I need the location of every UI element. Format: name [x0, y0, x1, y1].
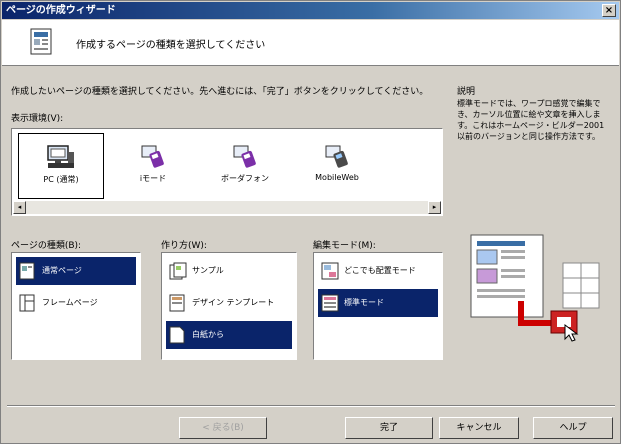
edit-mode-label: 編集モード(M):: [313, 241, 376, 251]
list-item-sample[interactable]: サンプル: [166, 257, 292, 285]
frame-page-icon: [19, 294, 35, 312]
list-item-label: 通常ページ: [42, 266, 82, 275]
close-button[interactable]: ×: [602, 4, 616, 17]
list-item-standard-mode[interactable]: 標準モード: [318, 289, 438, 317]
list-item-label: フレームページ: [42, 298, 98, 307]
list-item-label: 標準モード: [344, 298, 384, 307]
back-button[interactable]: < 戻る(B): [179, 417, 267, 439]
blank-page-icon: [169, 326, 185, 344]
help-button[interactable]: ヘルプ: [533, 417, 613, 439]
template-icon: [169, 294, 185, 312]
env-item-label: ボーダフォン: [221, 174, 269, 183]
method-list[interactable]: サンプル デザイン テンプレート 白紙から: [161, 252, 297, 360]
wizard-window: ページの作成ウィザード × 作成するページの種類を選択してください 作成したいペ…: [0, 0, 621, 444]
list-item-design-template[interactable]: デザイン テンプレート: [166, 289, 292, 317]
environment-list[interactable]: PC (通常) iモード ボーダフォン MobileWeb ◂ ▸: [11, 128, 443, 216]
list-item-normal-page[interactable]: 通常ページ: [16, 257, 136, 285]
wizard-header: 作成するページの種類を選択してください: [2, 20, 619, 66]
env-item-imode[interactable]: iモード: [110, 133, 196, 199]
method-label: 作り方(W):: [161, 241, 207, 251]
standard-mode-icon: [321, 294, 339, 312]
page-wizard-icon: [30, 28, 52, 55]
scroll-left-button[interactable]: ◂: [13, 201, 26, 214]
env-item-pc[interactable]: PC (通常): [18, 133, 104, 199]
page-icon: [19, 262, 35, 280]
footer-divider: [7, 405, 615, 407]
free-layout-icon: [321, 262, 339, 280]
list-item-blank[interactable]: 白紙から: [166, 321, 292, 349]
description-body: 標準モードでは、ワープロ感覚で編集でき、カーソル位置に絵や文章を挿入します。これ…: [457, 99, 605, 141]
env-item-vodafone[interactable]: ボーダフォン: [202, 133, 288, 199]
window-title: ページの作成ウィザード: [6, 5, 116, 16]
preview-illustration: [470, 234, 600, 342]
page-type-list[interactable]: 通常ページ フレームページ: [11, 252, 141, 360]
page-type-label: ページの種類(B):: [11, 241, 82, 251]
pc-icon: [47, 145, 74, 168]
cancel-button[interactable]: キャンセル: [439, 417, 519, 439]
env-item-label: iモード: [139, 174, 167, 183]
list-item-frame-page[interactable]: フレームページ: [16, 289, 136, 317]
list-item-label: どこでも配置モード: [344, 266, 416, 275]
vodafone-phone-icon: [233, 145, 256, 168]
mobileweb-phone-icon: [325, 145, 348, 168]
imode-phone-icon: [141, 145, 164, 168]
scroll-right-button[interactable]: ▸: [428, 201, 441, 214]
env-item-mobileweb[interactable]: MobileWeb: [294, 133, 380, 199]
env-item-label: PC (通常): [43, 175, 79, 184]
horizontal-scrollbar[interactable]: ◂ ▸: [13, 201, 441, 214]
env-item-label: MobileWeb: [315, 173, 359, 182]
title-bar: ページの作成ウィザード ×: [2, 2, 619, 19]
edit-mode-list[interactable]: どこでも配置モード 標準モード: [313, 252, 443, 360]
list-item-label: サンプル: [192, 266, 224, 275]
list-item-label: 白紙から: [192, 330, 224, 339]
sample-icon: [169, 262, 187, 280]
description-title: 説明: [457, 87, 476, 97]
list-item-label: デザイン テンプレート: [192, 298, 275, 307]
list-item-free-layout-mode[interactable]: どこでも配置モード: [318, 257, 438, 285]
instruction-text: 作成したいページの種類を選択してください。先へ進むには、「完了」ボタンをクリック…: [11, 87, 429, 97]
finish-button[interactable]: 完了: [345, 417, 433, 439]
environment-label: 表示環境(V):: [11, 114, 64, 124]
header-title: 作成するページの種類を選択してください: [76, 40, 266, 51]
